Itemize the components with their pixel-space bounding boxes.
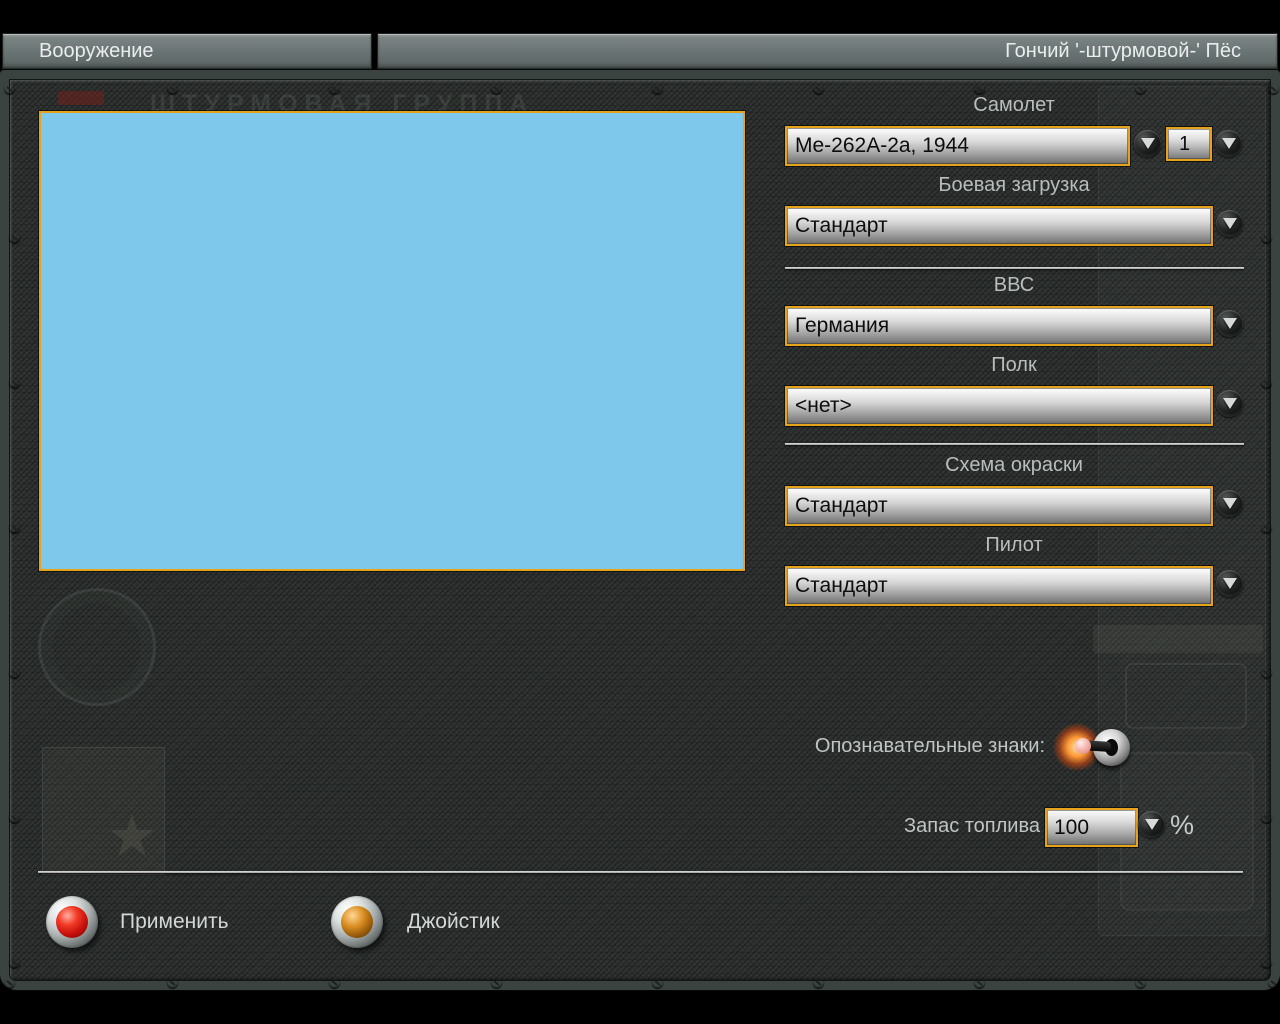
aircraft-dropdown-value: Me-262A-2a, 1944 (795, 134, 969, 157)
screw-icon (1268, 977, 1279, 988)
aircraft-count-field[interactable]: 1 (1166, 127, 1212, 161)
screw-icon (1261, 957, 1272, 968)
chevron-down-icon (1140, 138, 1155, 149)
screw-icon (9, 957, 20, 968)
joystick-button[interactable] (331, 896, 383, 948)
amber-button-icon (341, 906, 373, 938)
aircraft-dropdown[interactable]: Me-262A-2a, 1944 (785, 126, 1130, 166)
screw-icon (9, 522, 20, 533)
regiment-label: Полк (991, 354, 1037, 376)
screw-icon (652, 977, 663, 988)
pilot-dropdown[interactable]: Стандарт (785, 566, 1213, 606)
pilot-label: Пилот (985, 534, 1043, 556)
tab-armament[interactable]: Вооружение (2, 33, 372, 70)
markings-label: Опознавательные знаки: (814, 735, 1045, 757)
apply-button[interactable] (46, 896, 98, 948)
fuel-value: 100 (1054, 816, 1090, 839)
red-button-icon (56, 906, 88, 938)
screw-icon (1135, 977, 1146, 988)
loadout-dropdown-button[interactable] (1216, 210, 1243, 237)
screw-icon (1135, 83, 1146, 94)
loadout-label: Боевая загрузка (938, 174, 1090, 196)
armament-screen: Вооружение Гончий '-штурмовой-' Пёс ШТУР… (0, 0, 1280, 1024)
pilot-dropdown-button[interactable] (1216, 570, 1243, 597)
screw-icon (1261, 812, 1272, 823)
paint-scheme-dropdown[interactable]: Стандарт (785, 486, 1213, 526)
screw-icon (167, 977, 178, 988)
screw-icon (9, 667, 20, 678)
regiment-dropdown-value: <нет> (795, 394, 852, 417)
screw-icon (1261, 232, 1272, 243)
chevron-down-icon (1222, 318, 1237, 329)
divider (785, 267, 1244, 269)
screw-icon (491, 977, 502, 988)
screw-icon (813, 83, 824, 94)
screw-icon (4, 83, 15, 94)
aircraft-preview[interactable] (39, 111, 745, 571)
regiment-dropdown[interactable]: <нет> (785, 386, 1213, 426)
paint-scheme-label: Схема окраски (945, 454, 1083, 476)
chevron-down-icon (1222, 218, 1237, 229)
screw-icon (167, 83, 178, 94)
screw-icon (1261, 377, 1272, 388)
airforce-dropdown[interactable]: Германия (785, 306, 1213, 346)
aircraft-dropdown-button[interactable] (1134, 130, 1161, 157)
screw-icon (1261, 522, 1272, 533)
aircraft-count-value: 1 (1179, 133, 1191, 155)
fuel-dropdown-button[interactable] (1138, 811, 1165, 838)
divider (785, 443, 1244, 445)
loadout-dropdown[interactable]: Стандарт (785, 206, 1213, 246)
toggle-lever-tip (1075, 738, 1091, 754)
airforce-dropdown-value: Германия (795, 314, 890, 337)
screw-icon (329, 83, 340, 94)
chevron-down-icon (1222, 498, 1237, 509)
screw-icon (1261, 667, 1272, 678)
screw-icon (9, 232, 20, 243)
aircraft-count-button[interactable] (1215, 130, 1242, 157)
regiment-dropdown-button[interactable] (1216, 390, 1243, 417)
airforce-label: ВВС (993, 274, 1035, 296)
loadout-dropdown-value: Стандарт (795, 214, 888, 237)
apply-button-label: Применить (120, 910, 229, 933)
chevron-down-icon (1222, 398, 1237, 409)
tab-squadron-title[interactable]: Гончий '-штурмовой-' Пёс (377, 33, 1278, 70)
screw-icon (4, 977, 15, 988)
screw-icon (1268, 83, 1279, 94)
squadron-title-label: Гончий '-штурмовой-' Пёс (1005, 40, 1241, 62)
screw-icon (9, 812, 20, 823)
fuel-unit-label: % (1170, 810, 1195, 840)
screw-icon (329, 977, 340, 988)
fuel-label: Запас топлива (904, 815, 1040, 837)
paint-scheme-dropdown-value: Стандарт (795, 494, 888, 517)
screw-icon (813, 977, 824, 988)
screw-icon (652, 83, 663, 94)
screw-icon (9, 377, 20, 388)
paint-scheme-dropdown-button[interactable] (1216, 490, 1243, 517)
chevron-down-icon (1144, 819, 1159, 830)
screw-icon (491, 83, 502, 94)
fuel-input[interactable]: 100 (1045, 808, 1138, 847)
screw-icon (974, 83, 985, 94)
pilot-dropdown-value: Стандарт (795, 574, 888, 597)
tab-armament-label: Вооружение (39, 40, 154, 62)
joystick-button-label: Джойстик (407, 910, 500, 933)
chevron-down-icon (1222, 578, 1237, 589)
aircraft-label: Самолет (973, 94, 1055, 116)
chevron-down-icon (1221, 138, 1236, 149)
screw-icon (974, 977, 985, 988)
airforce-dropdown-button[interactable] (1216, 310, 1243, 337)
divider (38, 871, 1243, 873)
